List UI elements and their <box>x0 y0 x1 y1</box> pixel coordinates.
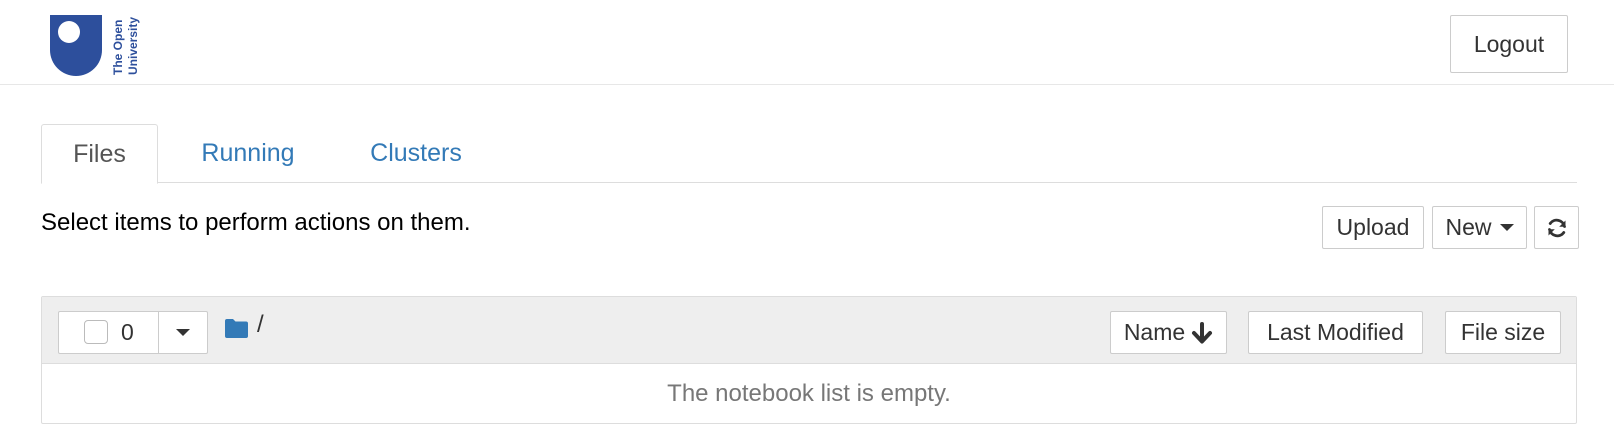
select-dropdown-button[interactable] <box>159 312 207 353</box>
svg-text:University: University <box>126 17 140 75</box>
select-all-group: 0 <box>58 311 208 354</box>
selection-hint: Select items to perform actions on them. <box>41 209 471 236</box>
tab-bar: Files Running Clusters <box>41 124 1577 184</box>
logo-wordmark: The Open University <box>111 17 140 75</box>
tab-clusters[interactable]: Clusters <box>354 124 478 183</box>
tab-files[interactable]: Files <box>41 124 158 184</box>
notebook-list: 0 / Name Last Modified File size The not… <box>41 296 1577 424</box>
sort-by-last-modified-button[interactable]: Last Modified <box>1248 311 1423 354</box>
caret-down-icon <box>1499 224 1514 231</box>
refresh-button[interactable] <box>1534 206 1579 249</box>
sort-by-file-size-button[interactable]: File size <box>1445 311 1561 354</box>
logo-shield-icon <box>50 15 102 76</box>
logout-button[interactable]: Logout <box>1450 15 1568 73</box>
page-header: The Open University Logout <box>0 0 1614 85</box>
folder-icon[interactable] <box>224 317 249 339</box>
select-all-checkbox[interactable] <box>84 320 108 344</box>
new-button-label: New <box>1445 214 1492 240</box>
upload-button[interactable]: Upload <box>1322 206 1424 249</box>
notebook-list-header: 0 / Name Last Modified File size <box>42 297 1576 364</box>
open-university-logo[interactable]: The Open University <box>50 15 142 77</box>
new-dropdown-button[interactable]: New <box>1432 206 1527 249</box>
refresh-icon <box>1547 218 1566 237</box>
logo-dot <box>58 21 80 43</box>
selected-count: 0 <box>121 319 134 345</box>
sort-by-name-button[interactable]: Name <box>1110 311 1227 354</box>
breadcrumb-root[interactable]: / <box>257 311 264 339</box>
empty-list-message: The notebook list is empty. <box>667 379 951 407</box>
caret-down-icon <box>176 329 190 336</box>
sort-name-label: Name <box>1123 319 1186 345</box>
svg-text:The Open: The Open <box>111 20 125 75</box>
tab-running[interactable]: Running <box>193 124 303 183</box>
arrow-down-icon <box>1192 321 1213 343</box>
